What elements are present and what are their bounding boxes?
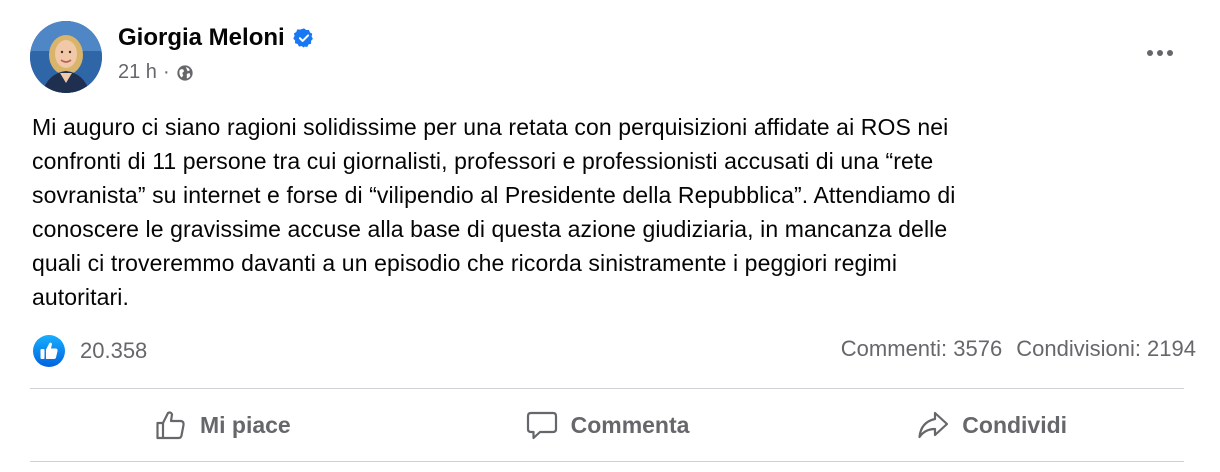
share-button[interactable]: Condividi [799,392,1184,458]
share-arrow-icon [918,411,949,439]
dot-icon [1167,50,1173,56]
post-text-line: confronti di 11 persone tra cui giornali… [32,148,934,174]
likes-count: 20.358 [80,338,148,363]
author-name[interactable]: Giorgia Meloni [118,24,285,52]
author-row: Giorgia Meloni [118,24,315,52]
divider [30,388,1184,389]
divider [30,461,1184,462]
post-text-line: conoscere le gravissime accuse alla base… [32,216,948,242]
post-text-line: quali ci troveremmo davanti a un episodi… [32,250,898,276]
comment-button[interactable]: Commenta [415,392,800,458]
more-options-button[interactable] [1140,38,1180,68]
verified-badge-icon [292,27,315,49]
comment-label: Commenta [570,411,690,438]
share-label: Condividi [962,411,1068,438]
like-reaction-icon [32,334,66,368]
post-text-line: autoritari. [32,284,129,310]
comments-count[interactable]: Commenti: 3576 [841,336,1002,362]
facebook-post: Giorgia Meloni 21 h · Mi auguro ci siano [0,0,1220,472]
globe-icon[interactable] [176,64,194,82]
like-button[interactable]: Mi piace [30,392,415,458]
post-timestamp[interactable]: 21 h [118,61,157,84]
dot-icon [1147,50,1153,56]
meta-separator: · [162,61,170,83]
profile-photo [30,21,102,93]
dot-icon [1157,50,1163,56]
post-text-line: sovranista” su internet e forse di “vili… [32,182,956,208]
shares-count[interactable]: Condivisioni: 2194 [1016,336,1196,362]
post-text: Mi auguro ci siano ragioni solidissime p… [32,110,1182,314]
avatar[interactable] [30,21,102,93]
thumbs-up-icon [156,411,185,440]
action-bar: Mi piace Commenta Condividi [30,392,1184,458]
engagement-counts: Commenti: 3576 Condivisioni: 2194 [841,336,1196,362]
comment-bubble-icon [526,411,557,440]
post-meta: 21 h · [118,61,194,84]
reactions-summary[interactable]: 20.358 [32,334,147,368]
post-text-line: Mi auguro ci siano ragioni solidissime p… [32,114,949,140]
like-label: Mi piace [199,411,291,438]
